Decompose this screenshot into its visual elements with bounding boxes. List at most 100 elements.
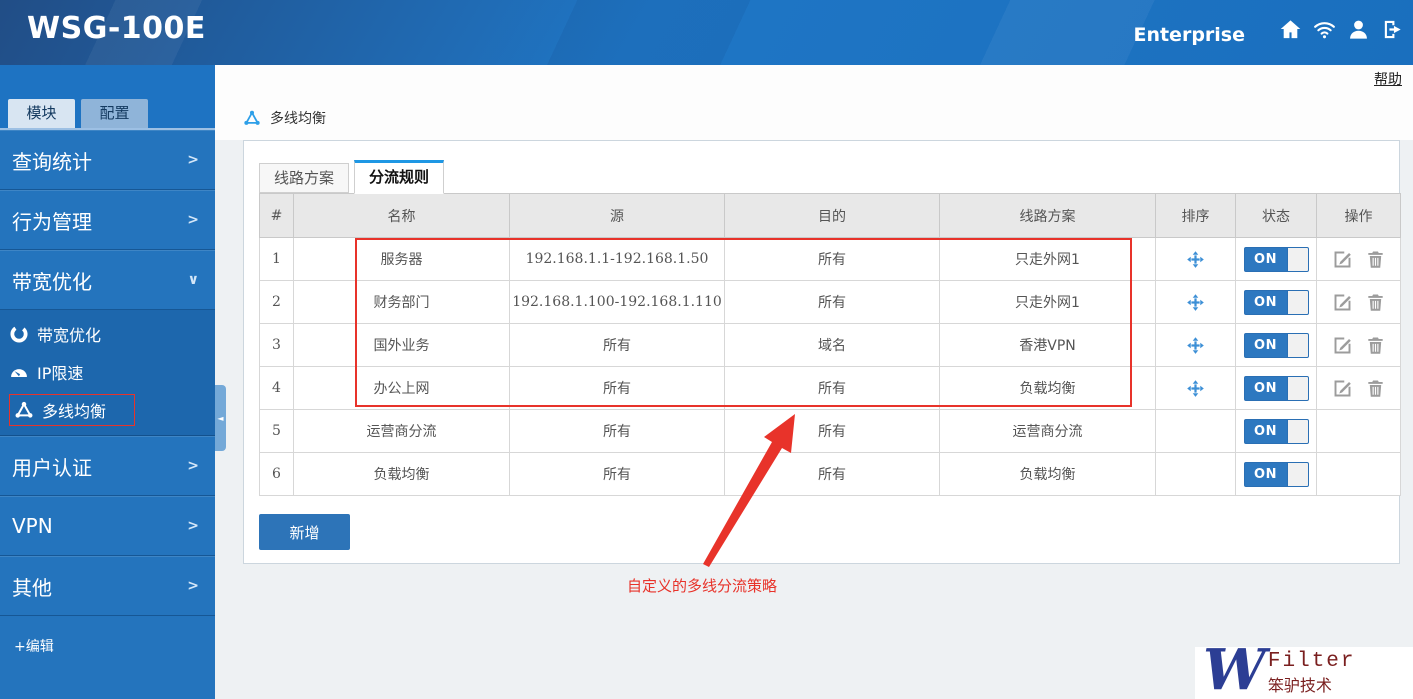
content-card: 线路方案 分流规则 # 名称 源 目的 线路方案 排序 状态 操作 1 服务器 … <box>243 140 1401 564</box>
sidebar-top: 模块 配置 <box>0 65 215 130</box>
sidebar-item-bandwidth-opt-sub[interactable]: 带宽优化 <box>0 315 215 353</box>
sidebar: 模块 配置 查询统计 > 行为管理 > 带宽优化 ∨ 带宽优化 IP限速 多线均… <box>0 65 215 699</box>
col-header-actions: 操作 <box>1316 193 1401 238</box>
status-toggle[interactable]: ON <box>1243 246 1309 272</box>
cell-sort <box>1155 237 1236 281</box>
sidebar-item-query-stats[interactable]: 查询统计 > <box>0 130 215 190</box>
cell-source: 192.168.1.1-192.168.1.50 <box>509 237 725 281</box>
cell-status: ON <box>1235 452 1317 496</box>
tab-modules[interactable]: 模块 <box>8 99 75 128</box>
content-tab-strip: 线路方案 分流规则 <box>259 159 1399 194</box>
delete-icon[interactable] <box>1365 292 1386 313</box>
breadcrumb: 多线均衡 <box>243 108 326 128</box>
col-header-plan: 线路方案 <box>939 193 1156 238</box>
cell-status: ON <box>1235 280 1317 324</box>
status-toggle[interactable]: ON <box>1243 418 1309 444</box>
cell-source: 192.168.1.100-192.168.1.110 <box>509 280 725 324</box>
tab-config[interactable]: 配置 <box>81 99 148 128</box>
menu-label: 带宽优化 <box>12 269 92 294</box>
drag-sort-icon[interactable] <box>1186 336 1205 355</box>
delete-icon[interactable] <box>1365 335 1386 356</box>
watermark-text: Filter 笨驴技术 <box>1268 650 1356 696</box>
cell-dest: 所有 <box>724 280 940 324</box>
page-title: 多线均衡 <box>270 111 326 127</box>
delete-icon[interactable] <box>1365 378 1386 399</box>
toggle-knob <box>1286 247 1308 271</box>
cell-source: 所有 <box>509 366 725 410</box>
edit-icon[interactable] <box>1332 249 1353 270</box>
sidebar-item-vpn[interactable]: VPN > <box>0 496 215 556</box>
gauge-icon <box>9 362 29 382</box>
sidebar-item-other[interactable]: 其他 > <box>0 556 215 616</box>
row-number: 2 <box>259 280 294 324</box>
table-row: 6 负载均衡 所有 所有 负载均衡 ON <box>259 452 1401 496</box>
table-header-row: # 名称 源 目的 线路方案 排序 状态 操作 <box>259 193 1401 238</box>
drag-sort-icon[interactable] <box>1186 379 1205 398</box>
app-title: WSG-100E <box>27 11 206 46</box>
sidebar-item-ip-limit[interactable]: IP限速 <box>0 353 215 391</box>
help-link[interactable]: 帮助 <box>1374 69 1402 89</box>
sidebar-item-multiline-balance[interactable]: 多线均衡 <box>0 391 215 429</box>
submenu-label: IP限速 <box>37 364 84 383</box>
drag-sort-icon[interactable] <box>1186 250 1205 269</box>
cell-status: ON <box>1235 323 1317 367</box>
logout-icon[interactable] <box>1380 17 1405 42</box>
menu-label: 其他 <box>12 575 52 600</box>
edit-icon[interactable] <box>1332 335 1353 356</box>
edition-label: Enterprise <box>1133 24 1245 46</box>
cell-sort <box>1155 280 1236 324</box>
chevron-down-icon: ∨ <box>187 272 199 288</box>
status-toggle[interactable]: ON <box>1243 461 1309 487</box>
cell-plan: 负载均衡 <box>939 366 1156 410</box>
table-row: 4 办公上网 所有 所有 负载均衡 ON <box>259 366 1401 410</box>
col-header-index: # <box>259 193 294 238</box>
ring-icon <box>9 324 29 344</box>
sidebar-collapse-handle[interactable]: ◄ <box>215 385 226 451</box>
tab-line-plan[interactable]: 线路方案 <box>259 163 350 193</box>
rules-table: # 名称 源 目的 线路方案 排序 状态 操作 1 服务器 192.168.1.… <box>259 193 1401 496</box>
cell-name: 运营商分流 <box>293 409 510 453</box>
sidebar-item-bandwidth-opt[interactable]: 带宽优化 ∨ <box>0 250 215 310</box>
chevron-right-icon: > <box>187 518 199 534</box>
cell-plan: 负载均衡 <box>939 452 1156 496</box>
home-icon[interactable] <box>1278 17 1303 42</box>
sidebar-item-user-auth[interactable]: 用户认证 > <box>0 436 215 496</box>
cell-sort <box>1155 452 1236 496</box>
active-item-highlight-box: 多线均衡 <box>9 394 136 426</box>
menu-label: 查询统计 <box>12 149 92 174</box>
add-button[interactable]: 新增 <box>259 514 350 550</box>
cell-source: 所有 <box>509 323 725 367</box>
toggle-on-label: ON <box>1254 380 1277 396</box>
cell-dest: 所有 <box>724 452 940 496</box>
cell-plan: 只走外网1 <box>939 237 1156 281</box>
toggle-knob <box>1286 462 1308 486</box>
chevron-right-icon: > <box>187 212 199 228</box>
status-toggle[interactable]: ON <box>1243 332 1309 358</box>
sidebar-item-behavior-mgmt[interactable]: 行为管理 > <box>0 190 215 250</box>
table-row: 5 运营商分流 所有 所有 运营商分流 ON <box>259 409 1401 453</box>
watermark-company: 笨驴技术 <box>1267 676 1332 695</box>
toggle-knob <box>1286 333 1308 357</box>
cell-name: 财务部门 <box>293 280 510 324</box>
cell-plan: 只走外网1 <box>939 280 1156 324</box>
cell-source: 所有 <box>509 452 725 496</box>
table-row: 3 国外业务 所有 域名 香港VPN ON <box>259 323 1401 367</box>
submenu-label: 多线均衡 <box>42 402 107 421</box>
row-number: 3 <box>259 323 294 367</box>
tab-split-rules[interactable]: 分流规则 <box>354 160 445 194</box>
delete-icon[interactable] <box>1365 249 1386 270</box>
toggle-knob <box>1286 290 1308 314</box>
status-toggle[interactable]: ON <box>1243 375 1309 401</box>
col-header-status: 状态 <box>1235 193 1317 238</box>
wifi-icon[interactable] <box>1312 17 1337 42</box>
user-icon[interactable] <box>1346 17 1371 42</box>
toggle-on-label: ON <box>1254 337 1277 353</box>
cell-name: 负载均衡 <box>293 452 510 496</box>
sidebar-edit-link[interactable]: +编辑 <box>0 616 215 656</box>
status-toggle[interactable]: ON <box>1243 289 1309 315</box>
drag-sort-icon[interactable] <box>1186 293 1205 312</box>
edit-icon[interactable] <box>1332 378 1353 399</box>
edit-icon[interactable] <box>1332 292 1353 313</box>
row-number: 5 <box>259 409 294 453</box>
menu-label: 用户认证 <box>12 455 92 480</box>
